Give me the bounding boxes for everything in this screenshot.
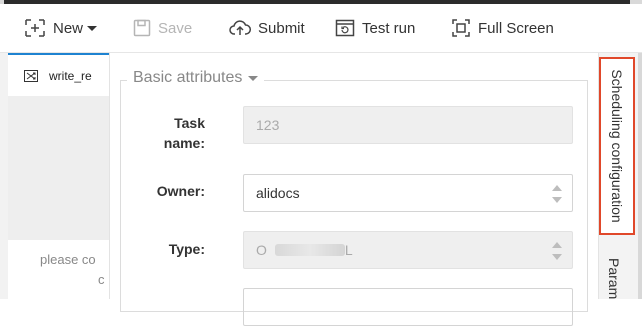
full-screen-label: Full Screen: [478, 19, 554, 37]
test-run-label: Test run: [362, 19, 416, 37]
owner-stepper-icon: [552, 185, 562, 203]
new-label: New: [53, 19, 84, 37]
blurred-text: [274, 244, 345, 256]
type-value-start: O: [256, 242, 267, 258]
test-run-icon: [335, 19, 355, 37]
chevron-down-icon: [248, 75, 259, 81]
save-icon: [133, 19, 151, 37]
scheduling-tab-label: Scheduling configuration: [609, 69, 625, 223]
type-stepper-icon: [552, 242, 562, 260]
task-name-input[interactable]: 123: [243, 106, 573, 144]
left-note-line-2: c: [98, 272, 105, 287]
basic-attributes-toggle[interactable]: Basic attributes: [127, 69, 265, 87]
full-screen-icon: [452, 19, 470, 37]
type-label: Type:: [168, 241, 205, 257]
task-name-label-line-1: Task: [174, 115, 205, 131]
toolbar: New Save Submit Test run Full Screen: [0, 4, 642, 53]
submit-label: Submit: [258, 19, 305, 37]
task-name-label: Task name:: [160, 115, 205, 151]
test-run-button[interactable]: Test run: [335, 14, 415, 42]
parameters-tab-label: Param: [606, 258, 622, 300]
save-label: Save: [158, 19, 193, 37]
owner-select[interactable]: alidocs: [243, 174, 573, 212]
owner-label: Owner:: [156, 183, 205, 199]
file-tab[interactable]: write_re: [8, 53, 109, 96]
tab-scheduling-configuration[interactable]: Scheduling configuration: [599, 57, 635, 235]
left-note-line-1: please co: [40, 252, 96, 267]
tab-parameters[interactable]: Param: [602, 246, 632, 306]
section-title: Basic attributes: [133, 69, 243, 86]
owner-value: alidocs: [256, 185, 300, 201]
chevron-down-icon: [87, 25, 98, 31]
submit-button[interactable]: Submit: [229, 14, 305, 42]
new-button[interactable]: New: [24, 14, 98, 42]
task-name-value: 123: [256, 117, 280, 133]
new-icon: [25, 19, 45, 37]
cloud-upload-icon: [229, 20, 251, 35]
type-select[interactable]: O L: [243, 231, 573, 269]
shuffle-icon: [24, 69, 38, 82]
save-button[interactable]: Save: [133, 14, 192, 42]
type-value-end: L: [344, 242, 353, 258]
task-name-label-line-2: name:: [163, 135, 205, 151]
left-content-area: [8, 96, 109, 240]
next-field-input[interactable]: [243, 288, 573, 326]
scrollbar[interactable]: [638, 53, 642, 299]
file-tab-label: write_re: [49, 68, 92, 83]
left-footer: [8, 240, 109, 299]
full-screen-button[interactable]: Full Screen: [451, 14, 554, 42]
